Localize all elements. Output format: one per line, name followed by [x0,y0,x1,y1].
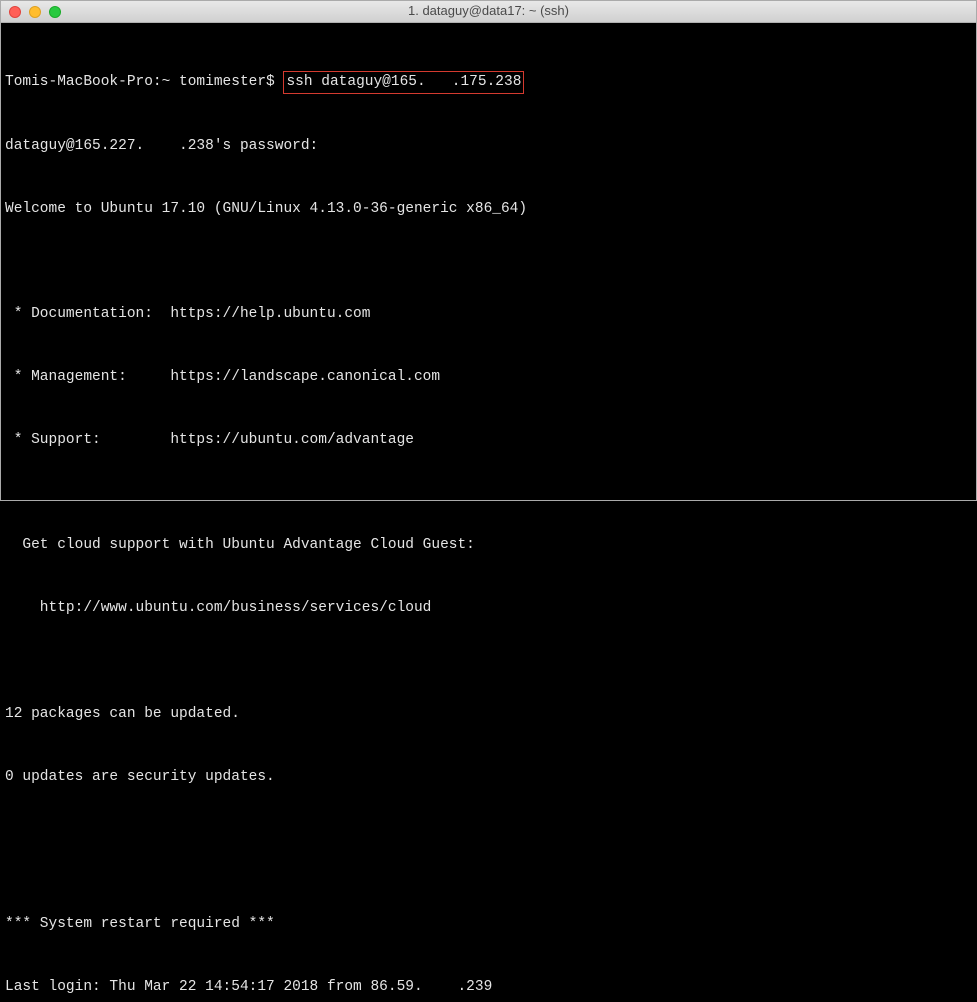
traffic-lights [1,6,61,18]
terminal-line: http://www.ubuntu.com/business/services/… [5,598,972,619]
terminal-line: 0 updates are security updates. [5,767,972,788]
terminal-line: * Documentation: https://help.ubuntu.com [5,304,972,325]
terminal-line: Welcome to Ubuntu 17.10 (GNU/Linux 4.13.… [5,199,972,220]
window-titlebar: 1. dataguy@data17: ~ (ssh) [1,1,976,23]
terminal-line: * Management: https://landscape.canonica… [5,367,972,388]
highlighted-command: ssh dataguy@165. .175.238 [283,71,524,94]
terminal-line: * Support: https://ubuntu.com/advantage [5,430,972,451]
minimize-icon[interactable] [29,6,41,18]
terminal-line: dataguy@165.227. .238's password: [5,136,972,157]
close-icon[interactable] [9,6,21,18]
window-title: 1. dataguy@data17: ~ (ssh) [1,2,976,21]
terminal-line: Get cloud support with Ubuntu Advantage … [5,535,972,556]
terminal-line: *** System restart required *** [5,914,972,935]
local-prompt: Tomis-MacBook-Pro:~ tomimester$ [5,74,283,90]
terminal-line: Tomis-MacBook-Pro:~ tomimester$ ssh data… [5,71,972,94]
terminal-line: Last login: Thu Mar 22 14:54:17 2018 fro… [5,977,972,998]
maximize-icon[interactable] [49,6,61,18]
terminal-content[interactable]: Tomis-MacBook-Pro:~ tomimester$ ssh data… [1,23,976,1002]
terminal-line: 12 packages can be updated. [5,704,972,725]
